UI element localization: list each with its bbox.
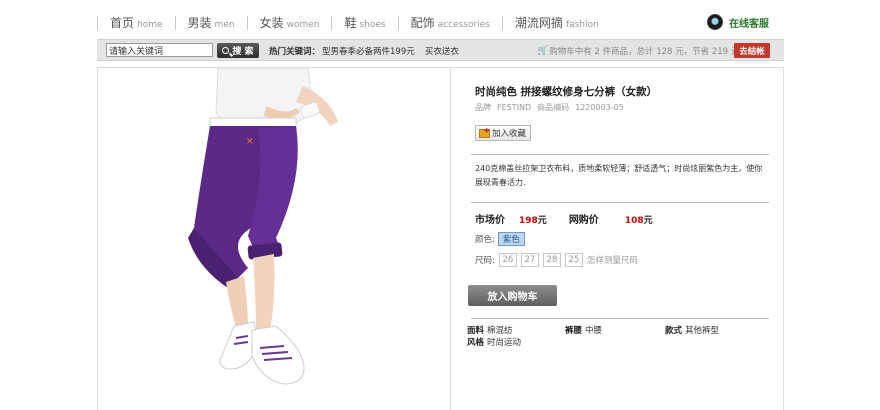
market-price-value: 198 [519,216,538,226]
attribute-key: 面料 [467,326,485,336]
search-icon [222,47,230,54]
attribute-value: 其他裤型 [685,326,720,336]
online-price-value: 108 [624,216,644,226]
nav-label: 鞋 [344,16,357,30]
attribute-item: 面料 棉混纺 [467,324,513,336]
currency-unit: 元 [643,216,653,226]
search-bar: 搜 索 热门关键词：型男春季必备两件199元 买衣送衣 🛒购物车中有 2 件商品… [97,39,784,61]
color-option-row: 颜色: 紫色 [475,232,525,246]
add-favorite-button[interactable]: 加入收藏 [475,125,532,141]
nav-sublabel: women [286,20,320,30]
product-panel: ✕ 时尚纯色 拼接螺纹修身七分裤（女款） 品牌 FESTIND 商品编码 122000… [97,67,784,410]
search-button[interactable]: 搜 索 [217,43,259,58]
product-details: 时尚纯色 拼接螺纹修身七分裤（女款） 品牌 FESTIND 商品编码 1220003-… [467,68,769,410]
attribute-value: 棉混纺 [487,326,513,336]
hot-keywords-label: 热门关键词： [269,47,321,57]
attribute-key: 款式 [665,326,683,336]
online-service-label: 在线客服 [729,18,769,30]
color-label: 颜色: [475,235,495,245]
attribute-item: 款式 其他裤型 [665,324,719,336]
cart-icon: 🛒 [537,46,549,56]
code-value: 1220003-05 [575,103,624,112]
svg-text:✕: ✕ [246,137,254,147]
nav-sublabel: accessories [437,20,490,30]
product-description: 240克棉盖丝拉架卫衣布料，质地柔软轻薄；舒适透气；时尚炫丽紫色为主，使你展现青… [475,164,763,187]
nav-label: 潮流网摘 [514,16,563,30]
nav-shoes[interactable]: 鞋 shoes [331,16,397,30]
attribute-key: 裤腰 [565,326,583,336]
currency-unit: 元 [537,216,547,226]
divider [471,318,769,319]
divider [471,154,769,155]
product-image: ✕ [188,68,338,385]
add-to-cart-button[interactable]: 放入购物车 [468,285,557,306]
product-title: 时尚纯色 拼接螺纹修身七分裤（女款） [475,86,658,98]
price-row: 市场价 198元 网购价 108元 [475,211,653,226]
cart-summary[interactable]: 🛒 购物车中有 2 件商品，总计 128 元，节省 219 元 [537,45,739,57]
divider [471,202,769,203]
hot-keywords: 热门关键词： 型男春季必备两件199元 买衣送衣 [269,45,459,57]
attribute-key: 风格 [467,338,485,348]
headset-icon [707,14,723,30]
product-photo: ✕ [98,68,451,410]
size-option[interactable]: 28 [542,253,561,267]
size-label: 尺码: [475,256,495,266]
size-guide-link[interactable]: 怎样测量尺码 [587,254,638,266]
nav-home[interactable]: 首页 home [97,16,175,30]
nav-women[interactable]: 女装 women [246,16,332,30]
size-option[interactable]: 26 [498,253,517,267]
size-option[interactable]: 27 [520,253,539,267]
brand-label: 品牌 [475,103,491,112]
online-price: 108元 [625,213,653,226]
color-swatch[interactable]: 紫色 [497,232,525,246]
nav-label: 首页 [110,16,135,30]
nav-fashion[interactable]: 潮流网摘 fashion [501,16,611,30]
size-option[interactable]: 25 [564,253,583,267]
attribute-value: 时尚运动 [487,338,522,348]
code-label: 商品编码 [537,103,570,112]
checkout-button[interactable]: 去结帐 [734,43,770,58]
search-button-label: 搜 索 [232,47,254,57]
nav-label: 男装 [187,16,212,30]
hot-keyword-link[interactable]: 买衣送衣 [425,47,459,57]
nav-label: 女装 [259,16,284,30]
market-price-label: 市场价 [475,215,505,226]
folder-add-icon [479,126,490,138]
online-price-label: 网购价 [568,215,599,226]
nav-label: 配饰 [410,16,435,30]
online-service-link[interactable]: 在线客服 [707,14,769,30]
search-input[interactable] [106,43,213,57]
brand-value: FESTIND [497,103,532,112]
attribute-value: 中腰 [585,326,603,336]
add-favorite-label: 加入收藏 [492,129,527,139]
nav-men[interactable]: 男装 men [174,16,247,30]
attribute-item: 裤腰 中腰 [565,324,602,336]
nav-accessories[interactable]: 配饰 accessories [397,16,502,30]
hot-keyword-link[interactable]: 型男春季必备两件199元 [322,47,415,57]
size-option-row: 尺码: 26 27 28 25 怎样测量尺码 [475,253,638,267]
market-price: 198元 [519,213,547,226]
nav-sublabel: men [214,20,235,30]
nav-sublabel: shoes [359,20,386,30]
nav-sublabel: home [137,20,163,30]
product-meta: 品牌 FESTIND 商品编码 1220003-05 [475,102,630,113]
main-nav: 首页 home 男装 men 女装 women 鞋 shoes 配饰 accessorie… [97,12,611,34]
nav-sublabel: fashion [565,20,599,30]
attribute-item: 风格 时尚运动 [467,336,521,348]
cart-summary-text: 购物车中有 2 件商品，总计 128 元，节省 219 元 [549,47,740,57]
